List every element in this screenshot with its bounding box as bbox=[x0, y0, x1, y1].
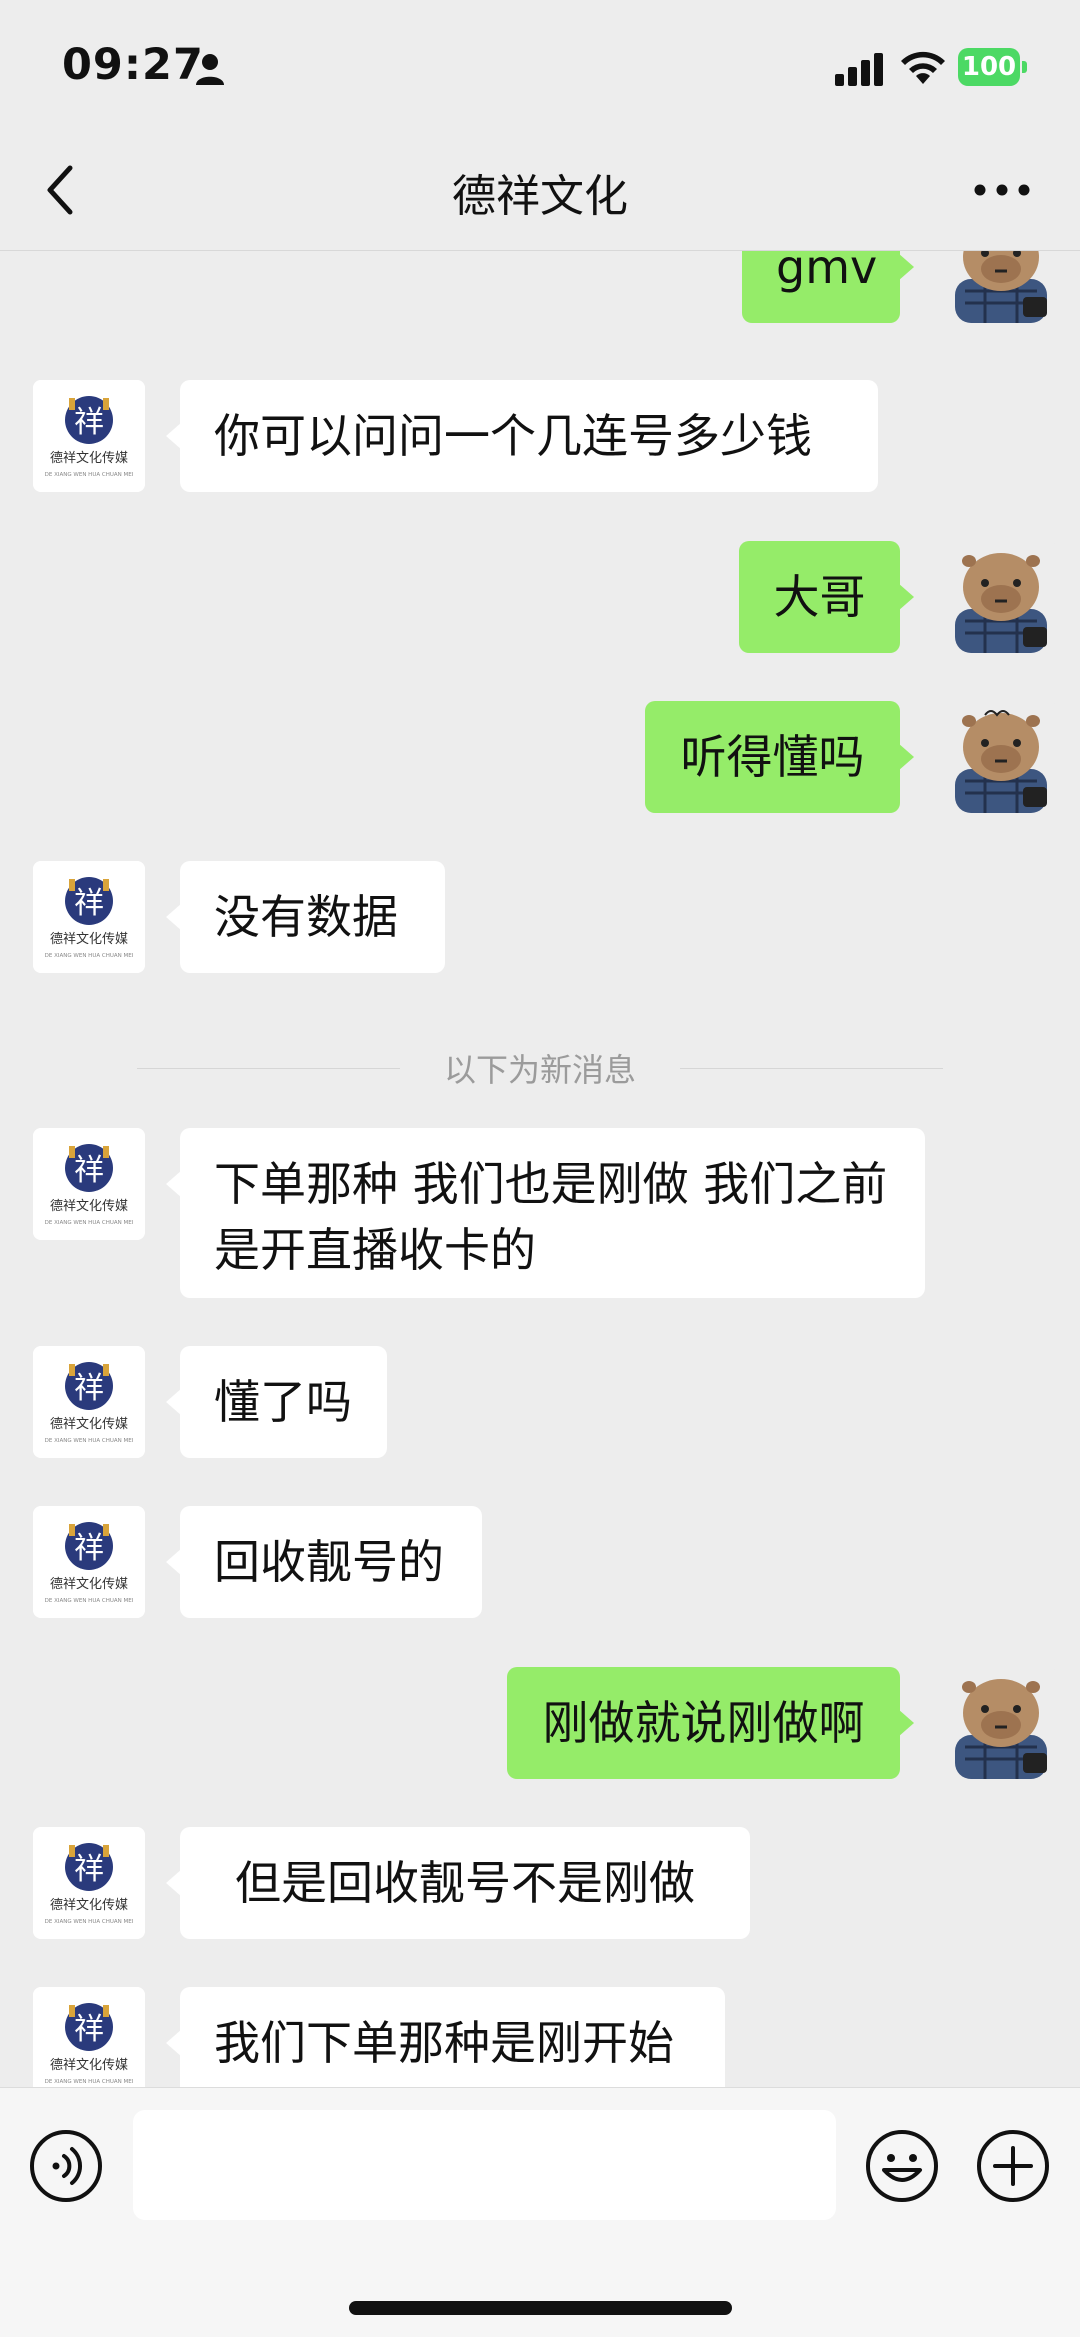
received-message-bubble[interactable]: 回收靓号的 bbox=[166, 1506, 482, 1618]
message-list[interactable]: gmv 祥 德祥文化传媒 DE XIANG WEN HUA CHUAN MEI … bbox=[0, 251, 1080, 2087]
message-row: 祥 德祥文化传媒 DE XIANG WEN HUA CHUAN MEI 你可以问… bbox=[0, 380, 1080, 500]
logo-char: 祥 bbox=[74, 886, 104, 921]
sent-message-bubble[interactable]: 大哥 bbox=[739, 541, 914, 653]
capybara-avatar-icon bbox=[955, 553, 1047, 653]
message-row: 祥 德祥文化传媒 DE XIANG WEN HUA CHUAN MEI 但是回收… bbox=[0, 1827, 1080, 1947]
contact-avatar[interactable]: 祥 德祥文化传媒 DE XIANG WEN HUA CHUAN MEI bbox=[33, 1987, 145, 2087]
message-row: 祥 德祥文化传媒 DE XIANG WEN HUA CHUAN MEI 我们下单… bbox=[0, 1987, 1080, 2087]
cellular-signal-icon bbox=[835, 53, 883, 86]
logo-char: 祥 bbox=[74, 1371, 104, 1406]
status-time: 09:27 bbox=[62, 40, 204, 90]
dexiang-logo-icon: 祥 德祥文化传媒 DE XIANG WEN HUA CHUAN MEI bbox=[33, 861, 145, 973]
dexiang-logo-icon: 祥 德祥文化传媒 DE XIANG WEN HUA CHUAN MEI bbox=[33, 380, 145, 492]
user-avatar[interactable] bbox=[945, 541, 1057, 653]
received-message-bubble[interactable]: 你可以问问一个几连号多少钱 bbox=[166, 380, 878, 492]
user-avatar[interactable] bbox=[945, 701, 1057, 813]
contact-avatar[interactable]: 祥 德祥文化传媒 DE XIANG WEN HUA CHUAN MEI bbox=[33, 861, 145, 973]
received-message-bubble[interactable]: 但是回收靓号不是刚做 bbox=[166, 1827, 750, 1939]
chat-title: 德祥文化 bbox=[452, 171, 628, 222]
more-options-icon[interactable] bbox=[972, 176, 1032, 204]
voice-input-icon[interactable] bbox=[28, 2128, 104, 2204]
logo-name: 德祥文化传媒 bbox=[50, 932, 128, 947]
status-bar: 09:27 100 bbox=[0, 0, 1080, 130]
logo-name: 德祥文化传媒 bbox=[50, 451, 128, 466]
logo-subtitle: DE XIANG WEN HUA CHUAN MEI bbox=[45, 2079, 134, 2085]
message-row: 刚做就说刚做啊 bbox=[0, 1667, 1080, 1787]
contact-avatar[interactable]: 祥 德祥文化传媒 DE XIANG WEN HUA CHUAN MEI bbox=[33, 380, 145, 492]
dexiang-logo-icon: 祥 德祥文化传媒 DE XIANG WEN HUA CHUAN MEI bbox=[33, 1128, 145, 1240]
input-bar bbox=[0, 2087, 1080, 2337]
logo-name: 德祥文化传媒 bbox=[50, 1417, 128, 1432]
message-row: 祥 德祥文化传媒 DE XIANG WEN HUA CHUAN MEI 懂了吗 bbox=[0, 1346, 1080, 1466]
logo-name: 德祥文化传媒 bbox=[50, 1898, 128, 1913]
contact-avatar[interactable]: 祥 德祥文化传媒 DE XIANG WEN HUA CHUAN MEI bbox=[33, 1827, 145, 1939]
logo-subtitle: DE XIANG WEN HUA CHUAN MEI bbox=[45, 953, 134, 959]
message-row: 祥 德祥文化传媒 DE XIANG WEN HUA CHUAN MEI 没有数据 bbox=[0, 861, 1080, 981]
contact-avatar[interactable]: 祥 德祥文化传媒 DE XIANG WEN HUA CHUAN MEI bbox=[33, 1346, 145, 1458]
new-messages-divider: 以下为新消息 bbox=[0, 1039, 1080, 1099]
logo-name: 德祥文化传媒 bbox=[50, 1199, 128, 1214]
logo-char: 祥 bbox=[74, 1153, 104, 1188]
user-avatar[interactable] bbox=[945, 251, 1057, 323]
logo-subtitle: DE XIANG WEN HUA CHUAN MEI bbox=[45, 1919, 134, 1925]
capybara-avatar-icon bbox=[955, 710, 1047, 813]
person-icon bbox=[196, 54, 224, 85]
sent-message-bubble[interactable]: 听得懂吗 bbox=[645, 701, 914, 813]
user-avatar[interactable] bbox=[945, 1667, 1057, 1779]
logo-subtitle: DE XIANG WEN HUA CHUAN MEI bbox=[45, 1598, 134, 1604]
chat-screen: 09:27 100 德祥文化 gmv 祥 德祥文化传媒 DE XIANG WEN… bbox=[0, 0, 1080, 2337]
chat-header: 德祥文化 bbox=[0, 130, 1080, 251]
logo-name: 德祥文化传媒 bbox=[50, 1577, 128, 1592]
battery-level: 100 bbox=[958, 48, 1020, 86]
home-indicator[interactable] bbox=[349, 2301, 732, 2315]
received-message-bubble[interactable]: 我们下单那种是刚开始 bbox=[166, 1987, 725, 2087]
emoji-icon[interactable] bbox=[864, 2128, 940, 2204]
wifi-icon bbox=[901, 51, 945, 84]
received-message-bubble[interactable]: 懂了吗 bbox=[166, 1346, 387, 1458]
logo-subtitle: DE XIANG WEN HUA CHUAN MEI bbox=[45, 472, 134, 478]
message-row: 大哥 bbox=[0, 541, 1080, 661]
sent-message-bubble[interactable]: gmv bbox=[742, 251, 914, 323]
logo-char: 祥 bbox=[74, 1531, 104, 1566]
dexiang-logo-icon: 祥 德祥文化传媒 DE XIANG WEN HUA CHUAN MEI bbox=[33, 1827, 145, 1939]
logo-char: 祥 bbox=[74, 2012, 104, 2047]
message-input[interactable] bbox=[133, 2110, 836, 2220]
message-row: 祥 德祥文化传媒 DE XIANG WEN HUA CHUAN MEI 下单那种… bbox=[0, 1128, 1080, 1308]
divider-line-right bbox=[680, 1068, 943, 1069]
logo-subtitle: DE XIANG WEN HUA CHUAN MEI bbox=[45, 1438, 134, 1444]
message-row: gmv bbox=[0, 251, 1080, 331]
dexiang-logo-icon: 祥 德祥文化传媒 DE XIANG WEN HUA CHUAN MEI bbox=[33, 1346, 145, 1458]
logo-char: 祥 bbox=[74, 1852, 104, 1887]
logo-subtitle: DE XIANG WEN HUA CHUAN MEI bbox=[45, 1220, 134, 1226]
message-row: 听得懂吗 bbox=[0, 701, 1080, 821]
contact-avatar[interactable]: 祥 德祥文化传媒 DE XIANG WEN HUA CHUAN MEI bbox=[33, 1128, 145, 1240]
received-message-bubble[interactable]: 没有数据 bbox=[166, 861, 445, 973]
sent-message-bubble[interactable]: 刚做就说刚做啊 bbox=[507, 1667, 914, 1779]
message-row: 祥 德祥文化传媒 DE XIANG WEN HUA CHUAN MEI 回收靓号… bbox=[0, 1506, 1080, 1626]
plus-icon[interactable] bbox=[975, 2128, 1051, 2204]
battery-indicator: 100 bbox=[958, 48, 1028, 86]
dexiang-logo-icon: 祥 德祥文化传媒 DE XIANG WEN HUA CHUAN MEI bbox=[33, 1506, 145, 1618]
contact-avatar[interactable]: 祥 德祥文化传媒 DE XIANG WEN HUA CHUAN MEI bbox=[33, 1506, 145, 1618]
logo-char: 祥 bbox=[74, 405, 104, 440]
capybara-avatar-icon bbox=[955, 251, 1047, 323]
logo-name: 德祥文化传媒 bbox=[50, 2058, 128, 2073]
dexiang-logo-icon: 祥 德祥文化传媒 DE XIANG WEN HUA CHUAN MEI bbox=[33, 1987, 145, 2087]
capybara-avatar-icon bbox=[955, 1679, 1047, 1779]
battery-tip bbox=[1022, 61, 1027, 73]
received-message-bubble[interactable]: 下单那种 我们也是刚做 我们之前是开直播收卡的 bbox=[166, 1128, 925, 1298]
